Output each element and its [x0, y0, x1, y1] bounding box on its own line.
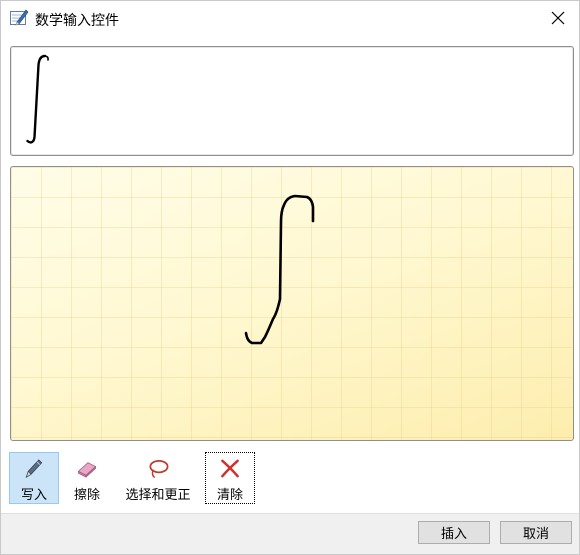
math-input-icon: [9, 8, 29, 28]
lasso-icon: [149, 459, 169, 478]
select-correct-tool-button[interactable]: 选择和更正: [115, 452, 201, 504]
handwritten-integral-stroke: [244, 194, 315, 345]
eraser-icon: [77, 462, 97, 478]
title-bar: 数学输入控件: [1, 1, 579, 35]
cancel-button[interactable]: 取消: [500, 521, 572, 544]
close-icon: [551, 11, 565, 25]
clear-tool-button[interactable]: 清除: [205, 452, 255, 504]
write-tool-label: 写入: [20, 488, 47, 503]
red-x-icon: [221, 459, 239, 478]
writing-pad[interactable]: [10, 166, 574, 441]
clear-tool-label: 清除: [216, 488, 243, 503]
integral-symbol: [26, 54, 49, 144]
erase-tool-label: 擦除: [73, 488, 100, 503]
write-tool-button[interactable]: 写入: [9, 452, 59, 504]
window-title: 数学输入控件: [35, 13, 119, 29]
pen-icon: [25, 459, 43, 478]
select-correct-tool-label: 选择和更正: [125, 488, 191, 503]
erase-tool-button[interactable]: 擦除: [65, 452, 109, 504]
insert-button[interactable]: 插入: [418, 521, 490, 544]
formula-preview: [10, 46, 574, 156]
dialog-button-bar: 插入 取消: [1, 513, 579, 554]
math-input-window: 数学输入控件 写入 擦除 选择和更正 清除 插入 取消: [0, 0, 580, 555]
close-button[interactable]: [543, 4, 573, 32]
tool-bar: 写入 擦除 选择和更正 清除: [9, 452, 575, 505]
